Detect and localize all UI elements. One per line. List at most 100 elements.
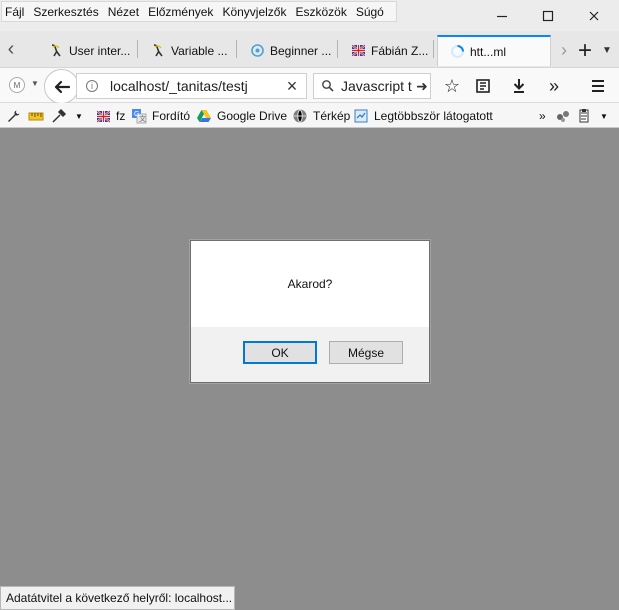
extension-icon (555, 108, 571, 124)
loading-icon (449, 44, 465, 60)
flag-icon (350, 43, 366, 59)
tab-fabian[interactable]: Fábián Z... (339, 35, 434, 66)
chevron-right-icon: › (561, 40, 567, 60)
bookmark-label: Google Drive (217, 109, 288, 123)
menu-tools[interactable]: Eszközök (295, 5, 346, 19)
url-input[interactable]: localhost/_tanitas/testj (110, 78, 280, 94)
tab-scroll-right-button[interactable]: › (554, 35, 574, 66)
tab-beginner[interactable]: Beginner ... (238, 35, 338, 66)
back-icon (53, 78, 71, 96)
page-content-overlay: Akarod? OK Mégse (0, 128, 619, 610)
translate-icon: G文 (131, 108, 147, 124)
star-button[interactable]: ☆ (440, 74, 464, 98)
arrow-right-icon: ➜ (416, 77, 428, 94)
address-bar[interactable]: i localhost/_tanitas/testj × (76, 73, 307, 99)
bookmark-label: Fordító (152, 109, 191, 123)
star-icon: ☆ (443, 75, 461, 96)
clipboard-button[interactable] (576, 106, 597, 126)
ok-button[interactable]: OK (243, 341, 317, 364)
bookmark-ruler[interactable] (28, 106, 49, 126)
menu-help[interactable]: Súgó (356, 5, 384, 19)
menu-file[interactable]: Fájl (5, 5, 24, 19)
flag-icon (95, 108, 111, 124)
bookmark-label: fz (116, 109, 126, 123)
menu-bookmarks[interactable]: Könyvjelzők (222, 5, 286, 19)
tab-current[interactable]: htt...ml (437, 35, 551, 66)
bookmark-map[interactable]: Térkép (292, 106, 350, 126)
bookmark-fz[interactable]: fz (95, 106, 125, 126)
clipboard-icon (576, 108, 592, 124)
bookmark-translator[interactable]: G文 Fordító (131, 106, 190, 126)
extension-button[interactable] (555, 106, 576, 126)
menu-button[interactable] (586, 74, 610, 98)
dropper-icon (51, 108, 67, 124)
lambda-icon (48, 43, 64, 59)
bookmarks-toolbar: ▼ fz G文 Fordító Google Drive Térkép Legt… (0, 103, 619, 128)
bookmark-google-drive[interactable]: Google Drive (196, 106, 287, 126)
download-button[interactable] (507, 74, 531, 98)
bookmark-tool[interactable] (6, 106, 27, 126)
title-bar: Fájl Szerkesztés Nézet Előzmények Könyvj… (0, 0, 619, 31)
plus-icon: + (577, 36, 592, 64)
overflow-button[interactable]: » (542, 74, 566, 98)
tab-label: htt...ml (470, 44, 507, 59)
tab-bar: ‹ User inter... Variable ... Beginner ..… (0, 31, 619, 67)
overflow-icon: » (548, 75, 559, 96)
tab-label: User inter... (69, 43, 131, 58)
confirm-dialog: Akarod? OK Mégse (190, 240, 430, 383)
bookmark-dropper[interactable] (51, 106, 72, 126)
search-input[interactable]: Javascript t (341, 78, 416, 94)
window-controls (479, 0, 619, 31)
chevron-down-icon: ▼ (602, 45, 612, 56)
bookmark-most-visited[interactable]: Legtöbbször látogatott (353, 106, 493, 126)
maximize-icon (542, 10, 554, 22)
back-button[interactable] (44, 69, 79, 104)
toolbar-more-dropdown[interactable]: ▼ (600, 106, 608, 126)
tab-list-button[interactable]: ▼ (598, 35, 616, 66)
cancel-button[interactable]: Mégse (329, 341, 403, 364)
clear-url-button[interactable]: × (280, 74, 304, 98)
tab-variable[interactable]: Variable ... (139, 35, 237, 66)
chevron-down-icon: ▼ (75, 111, 83, 121)
chevron-down-icon: ▼ (600, 111, 608, 121)
tab-scroll-left-button[interactable]: ‹ (2, 37, 20, 61)
reading-list-icon (474, 77, 492, 95)
reading-list-button[interactable] (471, 74, 495, 98)
close-button[interactable] (571, 0, 617, 31)
history-dropdown-icon[interactable]: ▼ (31, 79, 39, 88)
dialog-message-area: Akarod? (191, 241, 429, 327)
bookmark-label: Térkép (313, 109, 351, 123)
tab-label: Variable ... (171, 43, 228, 58)
minimize-button[interactable] (479, 0, 525, 31)
chevron-left-icon: ‹ (7, 37, 15, 60)
history-icon[interactable]: M (9, 77, 25, 93)
search-submit-button[interactable]: ➜ (416, 78, 430, 95)
minimize-icon (496, 10, 508, 22)
target-icon (249, 43, 265, 59)
overflow-icon: » (539, 109, 546, 123)
download-icon (510, 77, 528, 95)
close-icon (588, 10, 600, 22)
bookmarks-overflow-button[interactable]: » (539, 106, 546, 126)
menu-icon (589, 77, 607, 95)
bookmark-dropdown[interactable]: ▼ (75, 106, 83, 126)
globe-icon (292, 108, 308, 124)
menu-view[interactable]: Nézet (108, 5, 139, 19)
bookmark-folder-icon (353, 108, 369, 124)
bookmark-label: Legtöbbször látogatott (374, 109, 493, 123)
menu-bar: Fájl Szerkesztés Nézet Előzmények Könyvj… (1, 1, 397, 22)
lambda-icon (150, 43, 166, 59)
menu-history[interactable]: Előzmények (148, 5, 213, 19)
tab-user-interface[interactable]: User inter... (37, 35, 138, 66)
search-bar[interactable]: Javascript t ➜ (313, 73, 431, 99)
dialog-message: Akarod? (287, 277, 333, 291)
maximize-button[interactable] (525, 0, 571, 31)
menu-edit[interactable]: Szerkesztés (33, 5, 98, 19)
search-icon (321, 79, 335, 93)
tab-label: Fábián Z... (371, 43, 429, 58)
status-bar: Adatátvitel a következő helyről: localho… (0, 586, 235, 610)
new-tab-button[interactable]: + (573, 35, 597, 66)
drive-icon (196, 108, 212, 124)
ruler-icon (28, 108, 44, 124)
info-icon[interactable]: i (86, 80, 98, 92)
